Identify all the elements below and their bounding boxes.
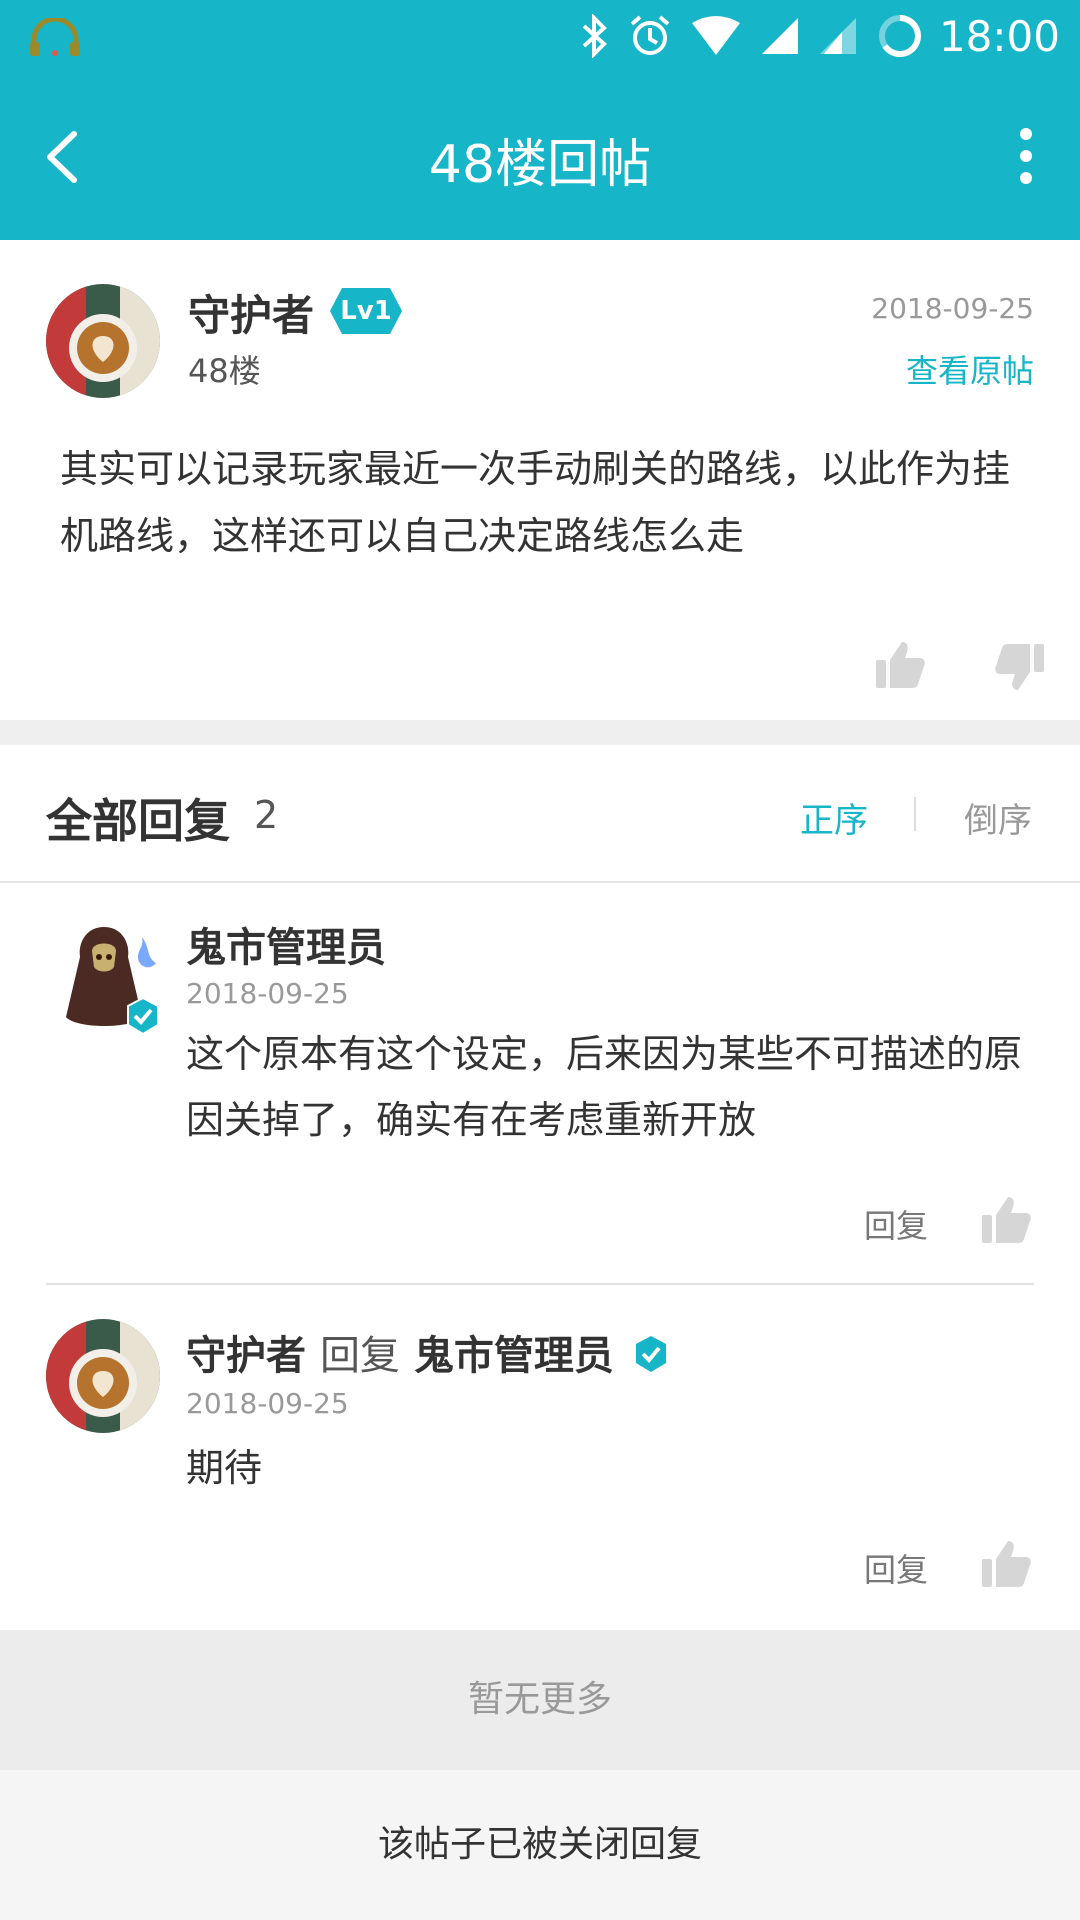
post-floor: 48楼: [188, 352, 261, 390]
reply-button[interactable]: 回复: [864, 1201, 928, 1247]
sort-ascending-tab[interactable]: 正序: [800, 793, 868, 842]
alarm-icon: [630, 15, 670, 55]
replies-heading: 全部回复: [46, 794, 230, 848]
post-author-name[interactable]: 守护者: [188, 282, 314, 343]
view-original-link[interactable]: 查看原帖: [906, 346, 1034, 392]
author-avatar[interactable]: [46, 284, 160, 398]
like-icon[interactable]: [874, 638, 926, 690]
reply-header: 守护者 回复 鬼市管理员: [186, 1323, 668, 1381]
more-menu-icon[interactable]: [1014, 128, 1038, 184]
replies-section: 全部回复 2 正序 倒序 鬼市管理员 2018-09-25 这个原本有这个设定，…: [0, 745, 1080, 1630]
status-icons: [580, 10, 924, 62]
sort-descending-tab[interactable]: 倒序: [964, 793, 1032, 842]
page-title: 48楼回帖: [428, 135, 652, 195]
post-date: 2018-09-25: [871, 292, 1034, 325]
sort-divider: [914, 797, 916, 831]
divider: [0, 881, 1080, 883]
reply-avatar[interactable]: [46, 917, 164, 1035]
replies-closed-notice: 该帖子已被关闭回复: [0, 1770, 1080, 1920]
post-card: 守护者 Lv1 48楼 2018-09-25 查看原帖 其实可以记录玩家最近一次…: [0, 240, 1080, 720]
verified-icon: [635, 1336, 666, 1372]
no-more-indicator: 暂无更多: [0, 1630, 1080, 1770]
replies-count: 2: [254, 793, 279, 837]
reply-author-name[interactable]: 守护者: [186, 1333, 306, 1379]
level-badge-text: Lv1: [340, 296, 392, 326]
status-time: 18:00: [938, 12, 1060, 61]
reply-date: 2018-09-25: [186, 1387, 349, 1420]
like-icon[interactable]: [980, 1537, 1032, 1589]
battery-ring-icon: [879, 15, 921, 57]
reply-author-name[interactable]: 鬼市管理员: [186, 915, 386, 973]
reply-avatar[interactable]: [46, 1319, 160, 1433]
reply-body: 期待: [186, 1446, 263, 1490]
reply-button[interactable]: 回复: [864, 1545, 928, 1591]
wifi-icon: [692, 16, 740, 55]
signal-secondary-icon: [820, 18, 856, 54]
reply-target-name[interactable]: 鬼市管理员: [414, 1333, 614, 1379]
app-header: 18:00 48楼回帖: [0, 0, 1080, 240]
dislike-icon[interactable]: [994, 642, 1046, 694]
bluetooth-icon: [582, 14, 607, 58]
divider: [46, 1283, 1034, 1285]
reply-date: 2018-09-25: [186, 977, 349, 1010]
reply-connector: 回复: [319, 1333, 400, 1379]
like-icon[interactable]: [980, 1193, 1032, 1245]
reply-body: 这个原本有这个设定，后来因为某些不可描述的原因关掉了，确实有在考虑重新开放: [186, 1032, 1023, 1142]
post-body: 其实可以记录玩家最近一次手动刷关的路线，以此作为挂机路线，这样还可以自己决定路线…: [60, 447, 1011, 558]
signal-icon: [762, 18, 798, 54]
verified-icon: [127, 997, 159, 1035]
headset-icon: [30, 18, 80, 56]
